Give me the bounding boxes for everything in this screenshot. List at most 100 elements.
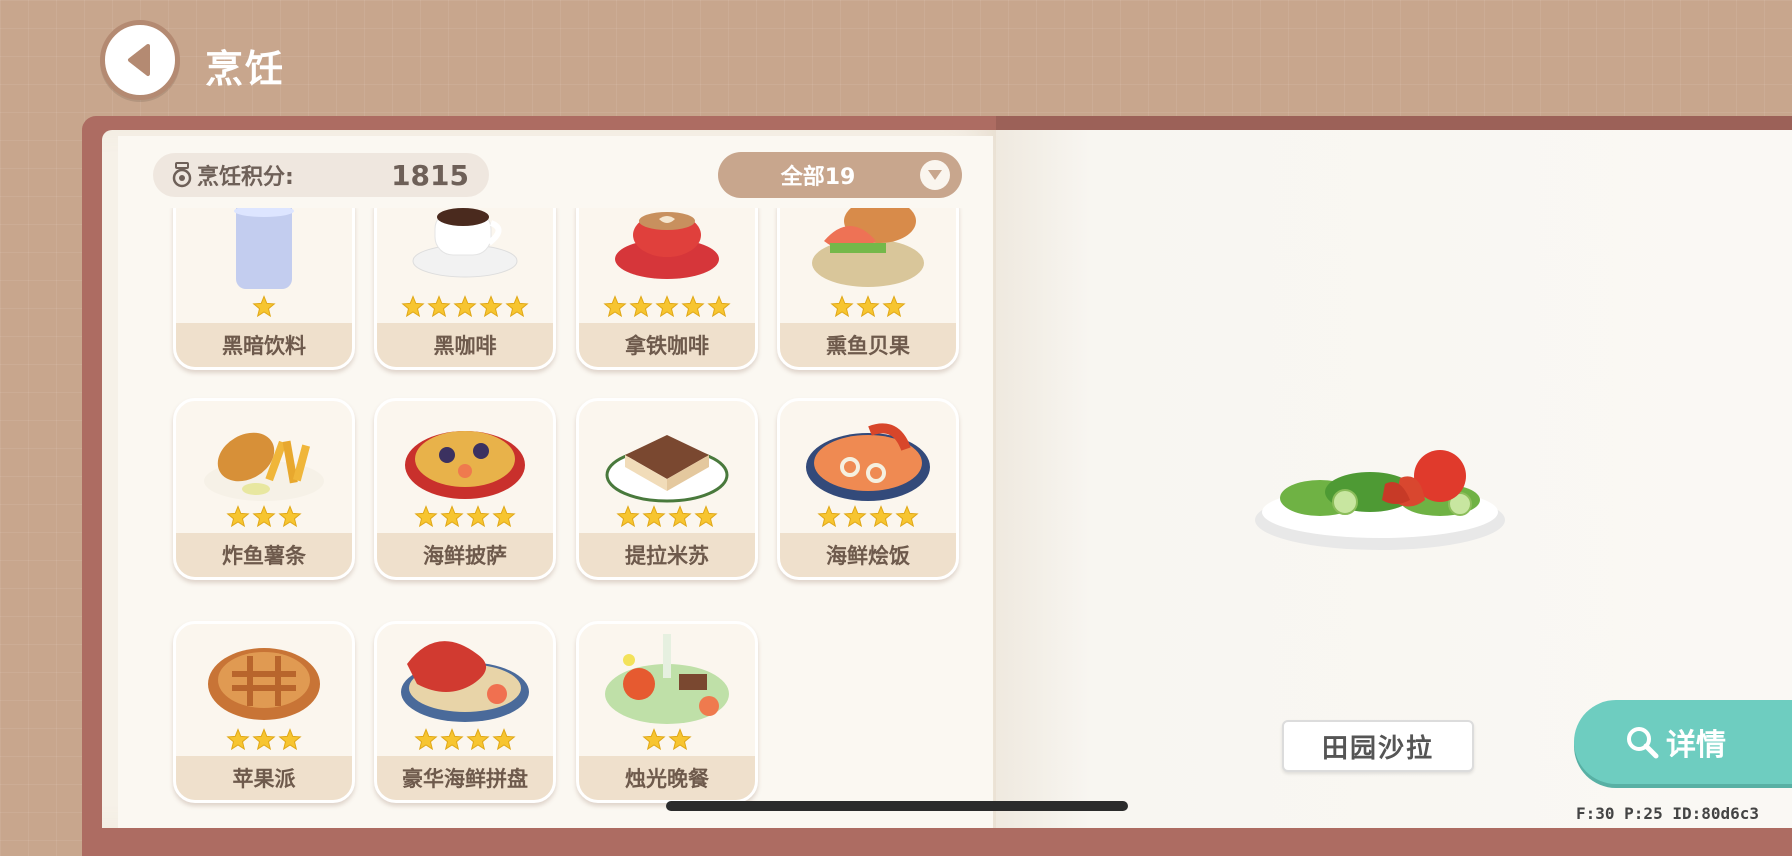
star-icon <box>707 295 731 318</box>
book-spine-bar <box>996 116 1792 130</box>
recipe-card[interactable]: 海鲜烩饭 <box>777 398 959 580</box>
chevron-down-icon <box>920 160 950 190</box>
black-coffee-icon <box>412 208 518 278</box>
star-rating <box>176 295 352 319</box>
back-button[interactable] <box>100 20 180 100</box>
star-icon <box>668 505 692 528</box>
apple-pie-icon <box>208 648 320 720</box>
fish-and-chips-icon <box>204 432 324 501</box>
star-icon <box>252 505 276 528</box>
recipe-name: 黑咖啡 <box>377 323 553 367</box>
star-icon <box>226 728 250 751</box>
star-icon <box>882 295 906 318</box>
star-icon <box>414 728 438 751</box>
seafood-paella-icon <box>806 423 930 501</box>
star-icon <box>414 505 438 528</box>
star-rating <box>780 505 956 529</box>
search-icon <box>1627 727 1659 759</box>
star-icon <box>226 505 250 528</box>
recipe-card[interactable]: 海鲜披萨 <box>374 398 556 580</box>
star-icon <box>629 295 653 318</box>
recipe-name: 炸鱼薯条 <box>176 533 352 577</box>
star-icon <box>817 505 841 528</box>
star-icon <box>869 505 893 528</box>
latte-icon <box>615 212 719 279</box>
recipe-card[interactable]: 豪华海鲜拼盘 <box>374 621 556 803</box>
back-arrow-icon <box>128 44 150 76</box>
details-label: 详情 <box>1666 728 1726 763</box>
star-icon <box>479 295 503 318</box>
star-icon <box>440 505 464 528</box>
details-button[interactable]: 详情 <box>1574 700 1792 784</box>
star-rating <box>176 505 352 529</box>
tiramisu-icon <box>605 435 729 503</box>
star-rating <box>377 505 553 529</box>
recipe-name: 海鲜烩饭 <box>780 533 956 577</box>
star-icon <box>830 295 854 318</box>
star-icon <box>466 505 490 528</box>
star-icon <box>252 728 276 751</box>
star-icon <box>895 505 919 528</box>
star-icon <box>492 728 516 751</box>
score-value: 1815 <box>391 158 469 192</box>
filter-label: 全部19 <box>780 165 856 190</box>
star-icon <box>401 295 425 318</box>
star-icon <box>642 728 666 751</box>
recipe-card[interactable]: 苹果派 <box>173 621 355 803</box>
dark-drink-icon <box>234 208 294 289</box>
category-filter-dropdown[interactable]: 全部19 <box>718 152 962 198</box>
star-rating <box>579 505 755 529</box>
star-icon <box>492 505 516 528</box>
debug-overlay-text: F:30 P:25 ID:80d6c3 <box>1576 804 1760 823</box>
star-icon <box>603 295 627 318</box>
star-rating <box>579 728 755 752</box>
recipe-card[interactable]: 黑咖啡 <box>374 208 556 370</box>
star-icon <box>655 295 679 318</box>
page-title: 烹饪 <box>205 47 286 91</box>
recipe-card[interactable]: 提拉米苏 <box>576 398 758 580</box>
candlelight-dinner-icon <box>605 634 729 724</box>
recipe-card[interactable]: 熏鱼贝果 <box>777 208 959 370</box>
recipe-name: 提拉米苏 <box>579 533 755 577</box>
star-icon <box>616 505 640 528</box>
medal-icon <box>172 162 192 188</box>
recipe-name: 拿铁咖啡 <box>579 323 755 367</box>
recipe-card[interactable]: 烛光晚餐 <box>576 621 758 803</box>
recipe-card[interactable]: 拿铁咖啡 <box>576 208 758 370</box>
star-icon <box>681 295 705 318</box>
star-rating <box>377 728 553 752</box>
selected-recipe-name: 田园沙拉 <box>1282 720 1474 772</box>
recipe-name: 熏鱼贝果 <box>780 323 956 367</box>
star-icon <box>278 728 302 751</box>
recipe-card[interactable]: 黑暗饮料 <box>173 208 355 370</box>
cooking-score-panel: 烹饪积分: 1815 <box>153 153 489 197</box>
recipe-name: 苹果派 <box>176 756 352 800</box>
seafood-platter-icon <box>401 641 529 722</box>
star-icon <box>642 505 666 528</box>
star-rating <box>377 295 553 319</box>
home-indicator[interactable] <box>666 801 1128 811</box>
star-icon <box>668 728 692 751</box>
recipe-card[interactable]: 炸鱼薯条 <box>173 398 355 580</box>
seafood-pizza-icon <box>405 431 525 499</box>
recipe-name: 豪华海鲜拼盘 <box>377 756 553 800</box>
star-icon <box>278 505 302 528</box>
garden-salad-icon <box>1255 450 1505 550</box>
star-rating <box>176 728 352 752</box>
recipe-name: 海鲜披萨 <box>377 533 553 577</box>
star-icon <box>453 295 477 318</box>
score-label: 烹饪积分: <box>197 165 294 190</box>
star-icon <box>252 295 276 318</box>
star-icon <box>505 295 529 318</box>
star-icon <box>843 505 867 528</box>
smoked-fish-bagel-icon <box>812 208 924 287</box>
star-icon <box>427 295 451 318</box>
star-rating <box>579 295 755 319</box>
star-icon <box>694 505 718 528</box>
star-rating <box>780 295 956 319</box>
star-icon <box>466 728 490 751</box>
star-icon <box>440 728 464 751</box>
recipe-name: 烛光晚餐 <box>579 756 755 800</box>
star-icon <box>856 295 880 318</box>
recipe-name: 黑暗饮料 <box>176 323 352 367</box>
